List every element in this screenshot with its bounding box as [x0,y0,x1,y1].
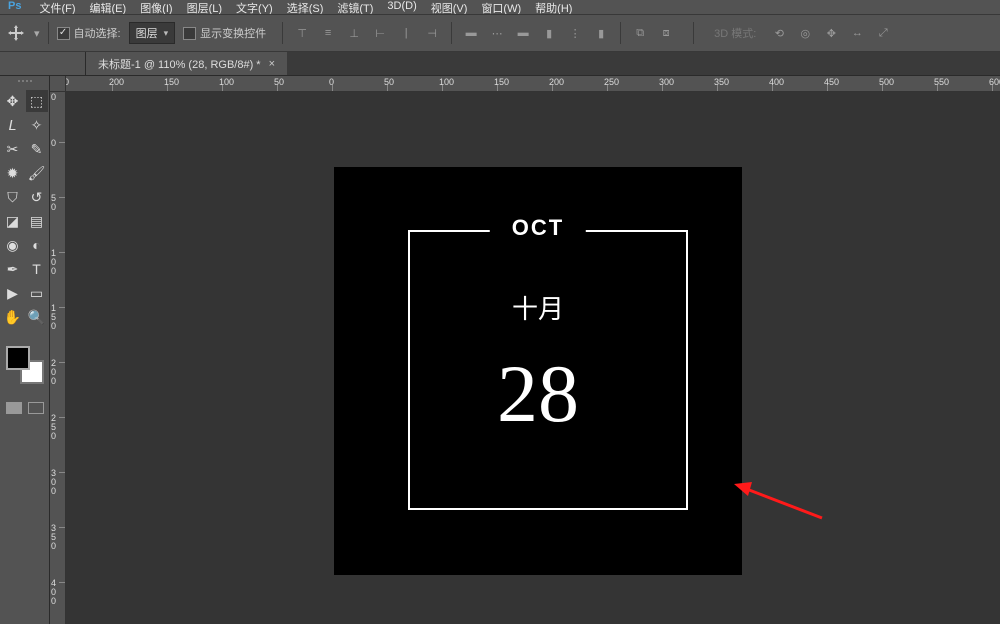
menu-help[interactable]: 帮助(H) [535,0,572,14]
distribute-buttons: ▬ ⋯ ▬ ▮ ⋮ ▮ [460,22,612,44]
menu-image[interactable]: 图像(I) [140,0,172,14]
spot-heal-tool[interactable]: ✹ [2,162,24,184]
move-tool-icon [6,23,26,43]
app-logo: Ps [8,0,21,14]
dodge-tool[interactable]: ◐ [26,234,48,256]
dist-right-icon[interactable]: ▮ [590,22,612,44]
ruler-corner [50,76,66,92]
shape-tool[interactable]: ▭ [26,282,48,304]
month-english: OCT [490,215,586,241]
magic-wand-tool[interactable]: ✧ [26,114,48,136]
auto-select-checkbox[interactable]: 自动选择: [57,25,121,41]
ruler-horizontal[interactable]: 2502001501005005010015020025030035040045… [66,76,1000,92]
month-chinese: 十月 [512,289,564,326]
gradient-tool[interactable]: ▤ [26,210,48,232]
menu-layer[interactable]: 图层(L) [187,0,222,14]
blur-tool[interactable]: ◉ [2,234,24,256]
align-left-icon[interactable]: ⊢ [369,22,391,44]
toolbox: ✥⬚𝘓✧✂✎✹🖌⛉↺◪▤◉◐✒T▶▭✋🔍 [0,76,50,624]
day-number: 28 [497,347,579,441]
menu-edit[interactable]: 编辑(E) [90,0,127,14]
dist-vcenter-icon[interactable]: ⋯ [486,22,508,44]
type-tool[interactable]: T [26,258,48,280]
menu-select[interactable]: 选择(S) [287,0,324,14]
canvas-viewport[interactable]: OCT 十月 28 [66,92,1000,624]
annotation-arrow [734,480,824,520]
document-area: 2502001501005005010015020025030035040045… [50,76,1000,624]
standard-mode-icon[interactable] [6,402,22,414]
menu-filter[interactable]: 滤镜(T) [337,0,373,14]
foreground-color[interactable] [6,346,30,370]
dist-left-icon[interactable]: ▮ [538,22,560,44]
dist-hcenter-icon[interactable]: ⋮ [564,22,586,44]
show-transform-checkbox[interactable]: 显示变换控件 [183,25,266,41]
menu-bar: Ps 文件(F) 编辑(E) 图像(I) 图层(L) 文字(Y) 选择(S) 滤… [0,0,1000,14]
zoom-tool[interactable]: 🔍 [26,306,48,328]
dist-top-icon[interactable]: ▬ [460,22,482,44]
ruler-vertical[interactable]: 50050100150200250300350400450 [50,92,66,624]
auto-select-target-dropdown[interactable]: 图层 ▾ [129,22,176,44]
clone-stamp-tool[interactable]: ⛉ [2,186,24,208]
color-swatches[interactable] [6,346,44,384]
canvas[interactable]: OCT 十月 28 [334,167,742,575]
auto-blend-icon[interactable]: ⧈ [655,22,677,44]
menu-file[interactable]: 文件(F) [39,0,75,14]
move-tool[interactable]: ✥ [2,90,24,112]
align-buttons: ⊤ ≡ ⊥ ⊢ | ⊣ [291,22,443,44]
lasso-tool[interactable]: 𝘓 [2,114,24,136]
3d-slide-icon[interactable]: ↔ [846,22,868,44]
menu-window[interactable]: 窗口(W) [481,0,521,14]
options-bar: ▾ 自动选择: 图层 ▾ 显示变换控件 ⊤ ≡ ⊥ ⊢ | ⊣ ▬ ⋯ ▬ ▮ … [0,14,1000,52]
history-brush-tool[interactable]: ↺ [26,186,48,208]
hand-tool[interactable]: ✋ [2,306,24,328]
document-tab[interactable]: 未标题-1 @ 110% (28, RGB/8#) * × [86,52,287,75]
path-select-tool[interactable]: ▶ [2,282,24,304]
brush-tool[interactable]: 🖌 [26,162,48,184]
3d-pan-icon[interactable]: ✥ [820,22,842,44]
document-tabs: 未标题-1 @ 110% (28, RGB/8#) * × [0,52,1000,76]
document-tab-title: 未标题-1 @ 110% (28, RGB/8#) * [98,56,261,72]
close-tab-icon[interactable]: × [269,58,275,70]
3d-roll-icon[interactable]: ◎ [794,22,816,44]
menu-type[interactable]: 文字(Y) [236,0,273,14]
menu-3d[interactable]: 3D(D) [387,0,416,14]
auto-align-icon[interactable]: ⧉ [629,22,651,44]
toolbox-grip[interactable] [5,80,45,86]
3d-orbit-icon[interactable]: ⟲ [768,22,790,44]
marquee-tool[interactable]: ⬚ [26,90,48,112]
quickmask-mode-icon[interactable] [28,402,44,414]
align-hcenter-icon[interactable]: | [395,22,417,44]
crop-tool[interactable]: ✂ [2,138,24,160]
align-bottom-icon[interactable]: ⊥ [343,22,365,44]
eyedropper-tool[interactable]: ✎ [26,138,48,160]
menu-view[interactable]: 视图(V) [431,0,468,14]
3d-scale-icon[interactable]: ⤢ [872,22,894,44]
align-right-icon[interactable]: ⊣ [421,22,443,44]
align-vcenter-icon[interactable]: ≡ [317,22,339,44]
3d-mode-label: 3D 模式: [714,25,756,41]
align-top-icon[interactable]: ⊤ [291,22,313,44]
pen-tool[interactable]: ✒ [2,258,24,280]
dist-bottom-icon[interactable]: ▬ [512,22,534,44]
eraser-tool[interactable]: ◪ [2,210,24,232]
